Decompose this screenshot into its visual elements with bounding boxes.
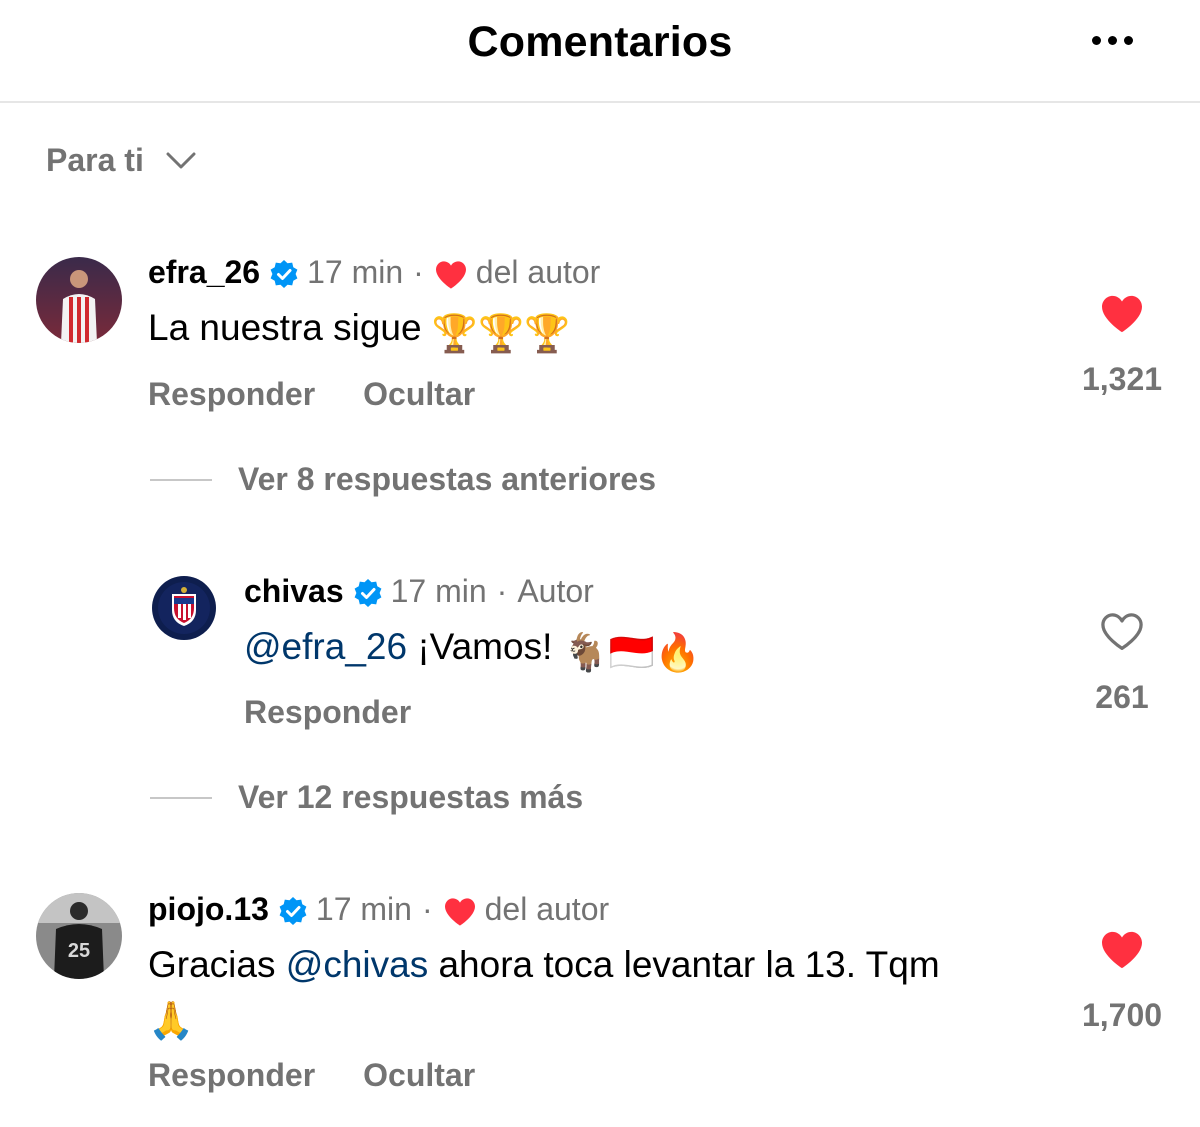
hide-button[interactable]: Ocultar (363, 1057, 475, 1094)
heart-filled-icon[interactable] (1100, 294, 1144, 334)
reply-text-content: ¡Vamos! (417, 626, 553, 667)
reply-time: 17 min (390, 573, 487, 609)
comment-username[interactable]: efra_26 (148, 254, 260, 291)
comment-text-before: Gracias (148, 944, 276, 985)
comment-actions: Responder Ocultar (148, 1057, 523, 1094)
divider-line (150, 478, 212, 481)
reply-actions: Responder (244, 694, 459, 731)
author-like-label: del autor (484, 891, 610, 927)
separator-dot: · (421, 891, 433, 927)
sort-label: Para ti (46, 141, 144, 178)
avatar-chivas[interactable] (152, 576, 216, 640)
comment-text-line-2: 🙏 (148, 994, 194, 1043)
goat-flag-fire-emojis: 🐐🇮🇩🔥 (562, 632, 701, 673)
like-control (1072, 930, 1172, 970)
reply-button[interactable]: Responder (244, 694, 411, 731)
like-count: 261 (1095, 679, 1149, 715)
like-control (1072, 294, 1172, 334)
separator-dot: · (496, 573, 508, 609)
reply-button[interactable]: Responder (148, 376, 315, 413)
comment-header: piojo.13 17 min · del autor (148, 891, 609, 928)
author-liked-heart-icon (435, 260, 466, 289)
comment-header: efra_26 17 min · del autor (148, 254, 600, 291)
view-more-replies-label: Ver 12 respuestas más (238, 779, 584, 815)
comment-text-content: La nuestra sigue (148, 307, 422, 348)
reply-text: @efra_26 ¡Vamos! 🐐🇮🇩🔥 (244, 626, 701, 675)
view-previous-replies[interactable]: Ver 8 respuestas anteriores (150, 461, 656, 498)
header-bar: Comentarios (0, 0, 1200, 103)
svg-text:25: 25 (68, 940, 90, 962)
author-like-label: del autor (475, 254, 601, 290)
verified-badge-icon (354, 578, 382, 607)
like-count: 1,321 (1081, 361, 1163, 397)
praying-hands-emoji: 🙏 (148, 1000, 195, 1041)
avatar-image (36, 257, 122, 343)
reply-header: chivas 17 min · Autor (244, 573, 594, 610)
comment-actions: Responder Ocultar (148, 376, 523, 413)
avatar-efra-26[interactable] (36, 257, 122, 343)
heart-outline-icon[interactable] (1100, 612, 1144, 652)
hide-button[interactable]: Ocultar (363, 376, 475, 413)
avatar-image: 25 (36, 893, 122, 979)
divider-line (150, 796, 212, 799)
page-title: Comentarios (467, 18, 733, 66)
mention-link[interactable]: @chivas (286, 944, 428, 985)
author-tag: Autor (517, 573, 594, 609)
like-count: 1,700 (1081, 997, 1163, 1033)
comment-text: Gracias @chivas ahora toca levantar la 1… (148, 944, 940, 986)
view-more-replies[interactable]: Ver 12 respuestas más (150, 779, 583, 816)
more-options-icon[interactable] (1084, 32, 1140, 52)
comment-time: 17 min (315, 891, 412, 927)
trophy-emojis: 🏆🏆🏆 (431, 313, 571, 354)
comment-time: 17 min (307, 254, 404, 290)
comment-text: La nuestra sigue 🏆🏆🏆 (148, 307, 570, 356)
chevron-down-icon (166, 152, 196, 169)
view-previous-replies-label: Ver 8 respuestas anteriores (238, 461, 657, 497)
separator-dot: · (413, 254, 424, 290)
avatar-piojo-13[interactable]: 25 (36, 893, 122, 979)
author-liked-heart-icon (444, 897, 475, 926)
like-control (1072, 612, 1172, 652)
reply-button[interactable]: Responder (148, 1057, 315, 1094)
sort-dropdown[interactable]: Para ti (46, 138, 196, 182)
heart-filled-icon[interactable] (1100, 930, 1144, 970)
comment-username[interactable]: piojo.13 (148, 891, 269, 928)
avatar-image (152, 576, 216, 640)
comment-text-after: ahora toca levantar la 13. Tqm (438, 944, 940, 985)
verified-badge-icon (279, 896, 307, 925)
mention-link[interactable]: @efra_26 (244, 626, 407, 667)
verified-badge-icon (270, 259, 298, 288)
reply-username[interactable]: chivas (244, 573, 344, 610)
